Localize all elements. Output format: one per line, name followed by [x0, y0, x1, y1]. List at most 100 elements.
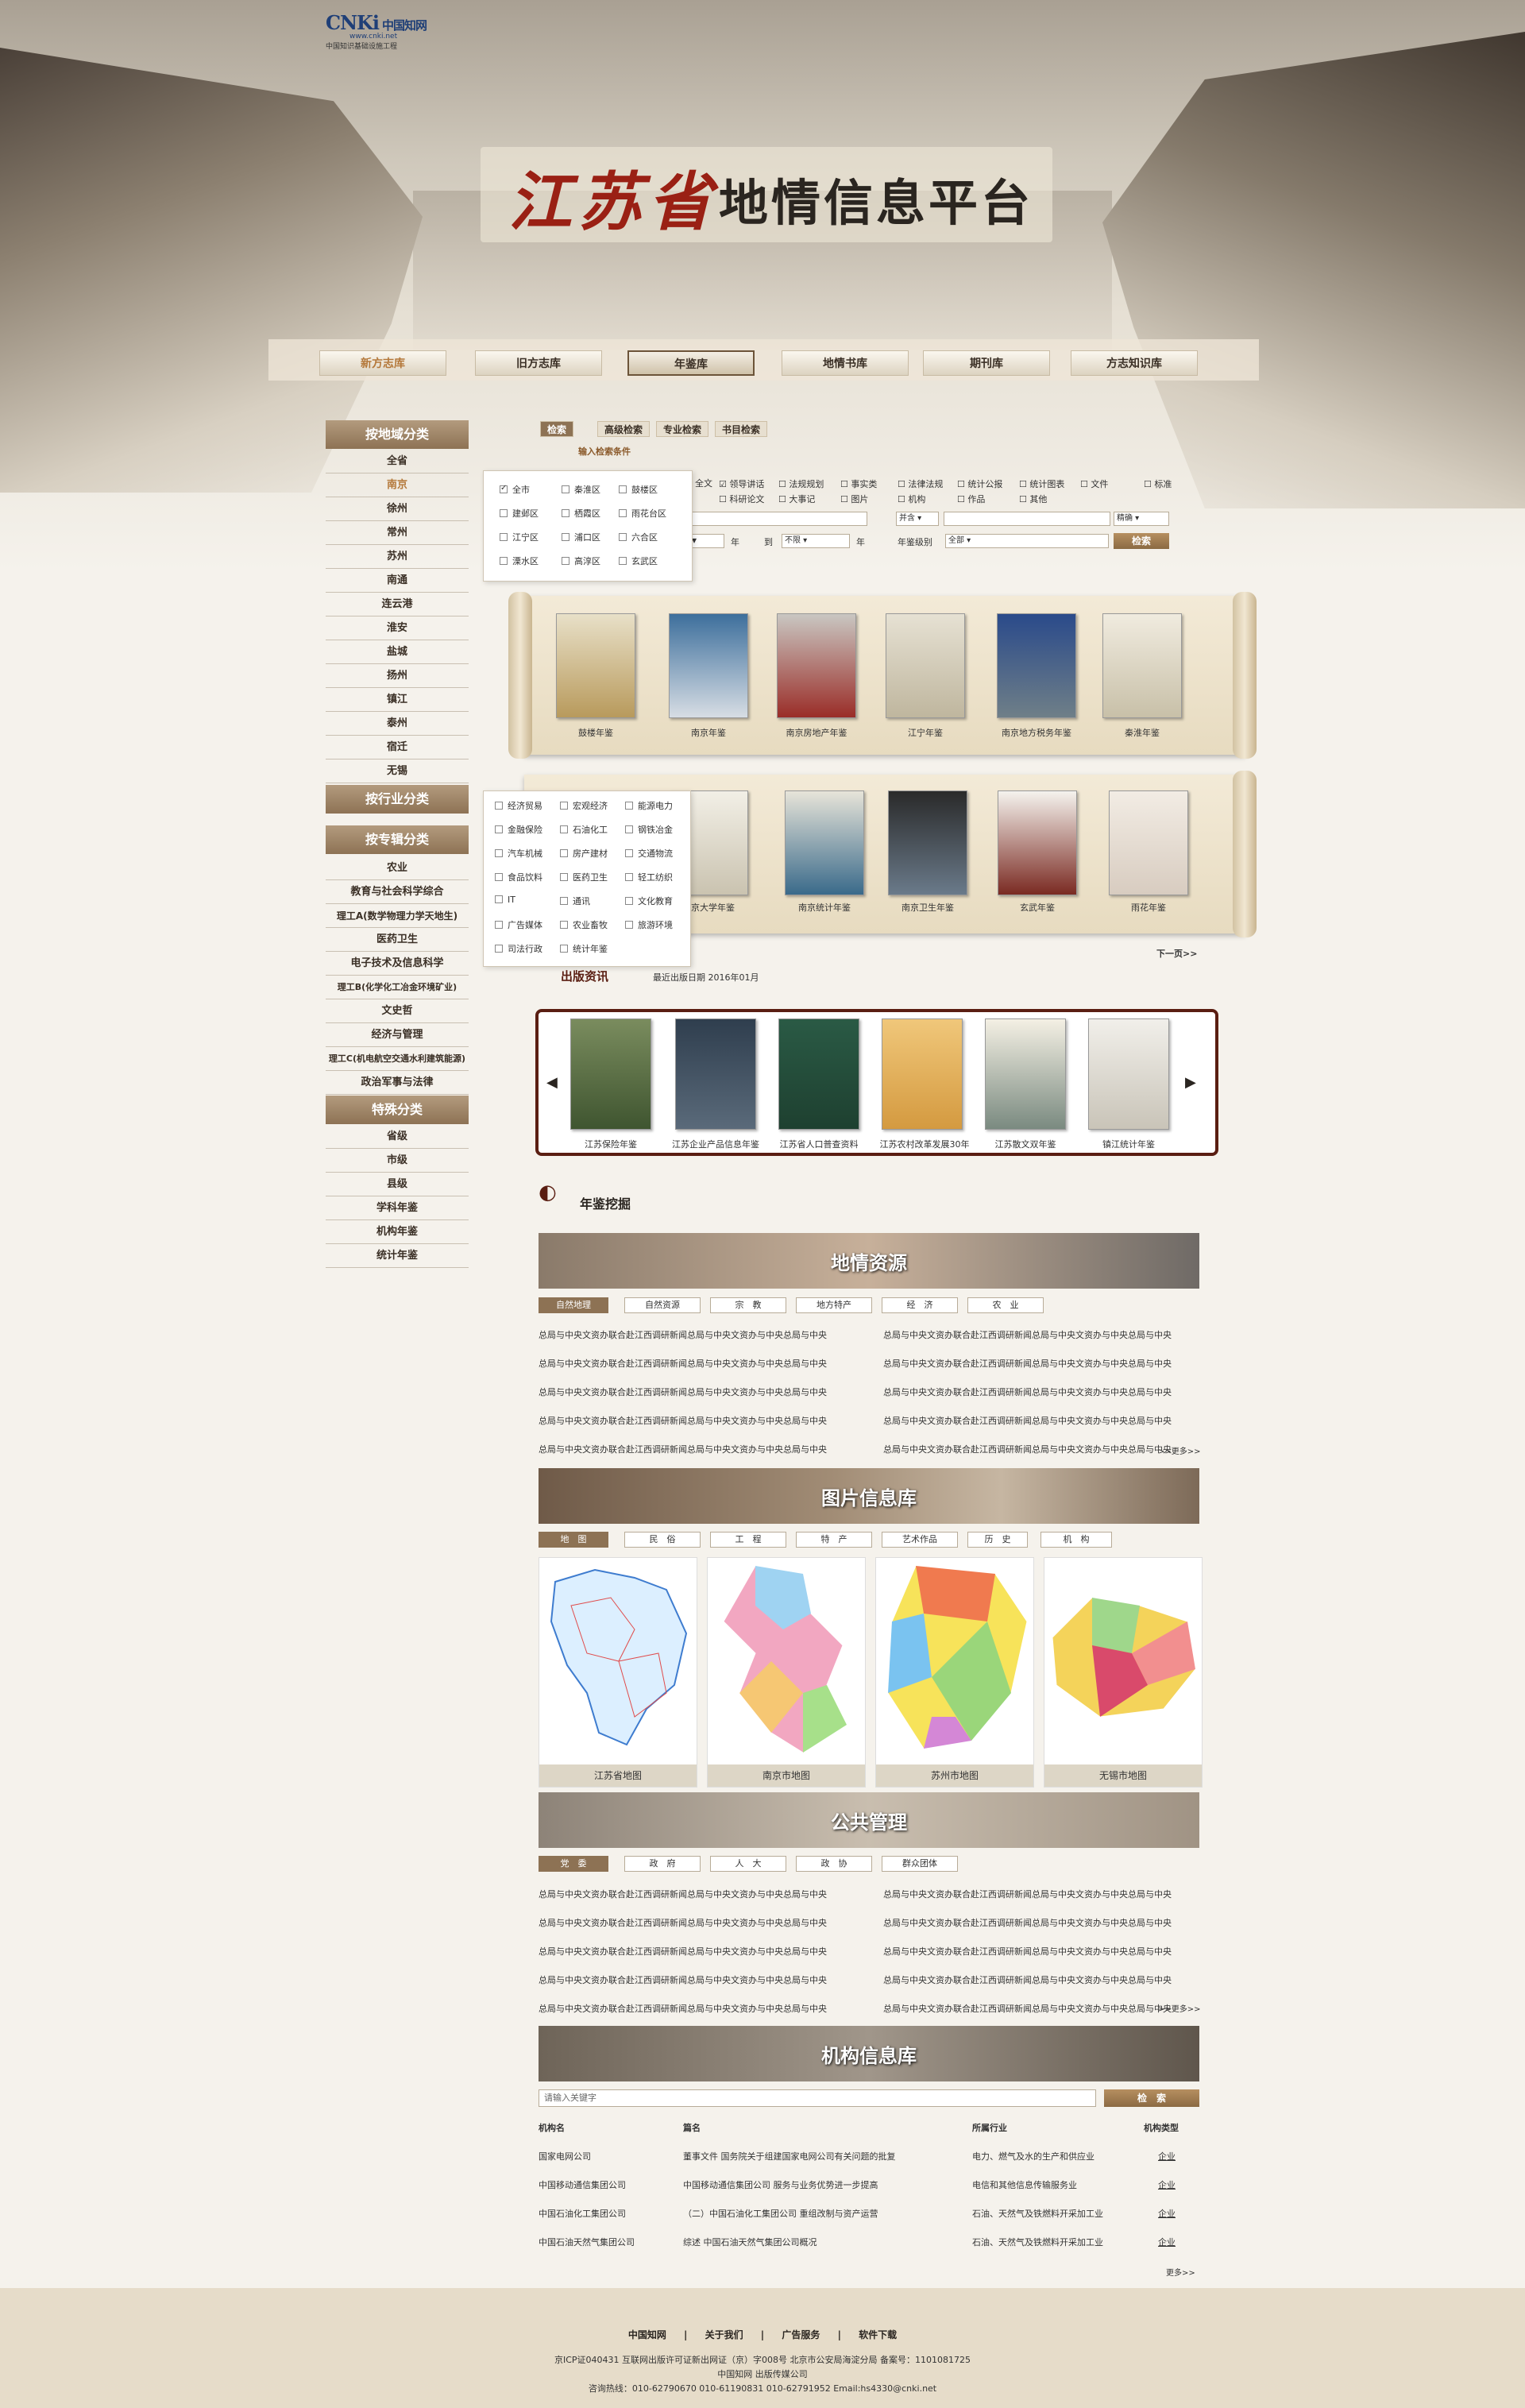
book-cover[interactable] [777, 613, 856, 718]
field-other[interactable]: ☐ 其他 [1019, 493, 1047, 505]
book-cover[interactable] [556, 613, 635, 718]
field-work[interactable]: ☐ 作品 [957, 493, 985, 505]
tab-products[interactable]: 特 产 [796, 1532, 872, 1548]
district-option[interactable]: 鼓楼区 [619, 483, 658, 496]
news-item[interactable]: 总局与中央文资办联合赴江西调研新闻总局与中央文资办与中央总局与中央 [539, 1328, 864, 1341]
field-speech[interactable]: ☑ 领导讲话 [719, 477, 764, 490]
topic-item[interactable]: 政治军事与法律 [326, 1071, 469, 1095]
table-cell[interactable]: 企业 [1158, 2150, 1176, 2163]
district-option[interactable]: 玄武区 [619, 555, 658, 567]
table-cell[interactable]: （二）中国石油化工集团公司 重组改制与资产运营 [683, 2207, 878, 2220]
book-cover[interactable] [886, 613, 965, 718]
next-arrow-icon[interactable]: ▶ [1185, 1074, 1196, 1091]
industry-option[interactable]: 汽车机械 [495, 847, 542, 860]
region-item[interactable]: 南通 [326, 569, 469, 593]
news-item[interactable]: 总局与中央文资办联合赴江西调研新闻总局与中央文资办与中央总局与中央 [883, 1328, 1209, 1341]
tab-folklore[interactable]: 民 俗 [624, 1532, 701, 1548]
region-item[interactable]: 宿迁 [326, 736, 469, 760]
tab-artworks[interactable]: 艺术作品 [882, 1532, 958, 1548]
topic-item[interactable]: 电子技术及信息科学 [326, 952, 469, 976]
region-item[interactable]: 连云港 [326, 593, 469, 616]
book-cover[interactable] [785, 790, 864, 895]
nav-local-books[interactable]: 地情书库 [782, 350, 909, 376]
industry-option[interactable]: 食品饮料 [495, 871, 542, 883]
level-select[interactable]: 全部 ▾ [945, 534, 1109, 548]
news-item[interactable]: 总局与中央文资办联合赴江西调研新闻总局与中央文资办与中央总局与中央 [539, 1888, 864, 1900]
industry-option[interactable]: 广告媒体 [495, 918, 542, 931]
book-title[interactable]: 南京年鉴 [657, 726, 760, 739]
field-standard[interactable]: ☐ 标准 [1144, 477, 1172, 490]
book-title[interactable]: 南京房地产年鉴 [765, 726, 868, 739]
industry-header[interactable]: 按行业分类 [326, 785, 469, 814]
special-item[interactable]: 县级 [326, 1173, 469, 1196]
table-cell[interactable]: 董事文件 国务院关于组建国家电网公司有关问题的批复 [683, 2150, 896, 2163]
book-title[interactable]: 雨花年鉴 [1097, 901, 1200, 914]
table-cell[interactable]: 企业 [1158, 2178, 1176, 2191]
book-cover[interactable] [675, 1018, 756, 1130]
news-item[interactable]: 总局与中央文资办联合赴江西调研新闻总局与中央文资办与中央总局与中央 [883, 1973, 1209, 1986]
tab-catalog-search[interactable]: 书目检索 [715, 421, 768, 437]
book-title[interactable]: 鼓楼年鉴 [544, 726, 647, 739]
book-cover[interactable] [1088, 1018, 1169, 1130]
org-search-input[interactable]: 请输入关键字 [539, 2089, 1096, 2107]
book-title[interactable]: 江苏散文双年鉴 [974, 1138, 1077, 1150]
field-paper[interactable]: ☐ 科研论文 [719, 493, 764, 505]
special-item[interactable]: 学科年鉴 [326, 1196, 469, 1220]
nav-knowledge[interactable]: 方志知识库 [1071, 350, 1198, 376]
field-events[interactable]: ☐ 大事记 [778, 493, 815, 505]
news-item[interactable]: 总局与中央文资办联合赴江西调研新闻总局与中央文资办与中央总局与中央 [883, 1888, 1209, 1900]
table-cell[interactable]: 企业 [1158, 2207, 1176, 2220]
news-item[interactable]: 总局与中央文资办联合赴江西调研新闻总局与中央文资办与中央总局与中央 [539, 2002, 864, 2015]
industry-option[interactable]: 钢铁冶金 [625, 823, 673, 836]
tab-geo[interactable]: 自然地理 [539, 1297, 608, 1313]
industry-option[interactable]: 金融保险 [495, 823, 542, 836]
tab-economy[interactable]: 经 济 [882, 1297, 958, 1313]
map-card[interactable]: 无锡市地图 [1044, 1557, 1203, 1788]
book-title[interactable]: 江宁年鉴 [874, 726, 977, 739]
book-title[interactable]: 南京卫生年鉴 [876, 901, 979, 914]
book-cover[interactable] [570, 1018, 651, 1130]
book-title[interactable]: 江苏企业产品信息年鉴 [664, 1138, 767, 1150]
prev-arrow-icon[interactable]: ◀ [546, 1074, 558, 1091]
book-cover[interactable] [1102, 613, 1182, 718]
topic-item[interactable]: 理工B(化学化工冶金环境矿业) [326, 976, 469, 999]
tab-basic-search[interactable]: 检索 [540, 421, 574, 437]
region-item[interactable]: 徐州 [326, 497, 469, 521]
book-title[interactable]: 玄武年鉴 [986, 901, 1089, 914]
search-button[interactable]: 检索 [1114, 533, 1169, 549]
map-card[interactable]: 江苏省地图 [539, 1557, 697, 1788]
region-item[interactable]: 扬州 [326, 664, 469, 688]
map-card[interactable]: 南京市地图 [707, 1557, 866, 1788]
next-page-link[interactable]: 下一页>> [1156, 947, 1197, 960]
district-option[interactable]: 六合区 [619, 531, 658, 543]
nav-yearbook[interactable]: 年鉴库 [627, 350, 755, 376]
table-cell[interactable]: 企业 [1158, 2236, 1176, 2248]
tab-advanced-search[interactable]: 高级检索 [597, 421, 651, 437]
nav-old-gazetteer[interactable]: 旧方志库 [475, 350, 602, 376]
industry-option[interactable]: 通讯 [560, 895, 590, 907]
nav-journals[interactable]: 期刊库 [923, 350, 1050, 376]
industry-option[interactable]: 旅游环境 [625, 918, 673, 931]
industry-option[interactable]: 轻工纺织 [625, 871, 673, 883]
special-item[interactable]: 市级 [326, 1149, 469, 1173]
tab-cppcc[interactable]: 政 协 [796, 1856, 872, 1872]
book-title[interactable]: 南京统计年鉴 [773, 901, 876, 914]
news-item[interactable]: 总局与中央文资办联合赴江西调研新闻总局与中央文资办与中央总局与中央 [883, 1414, 1209, 1427]
district-option[interactable]: 雨花台区 [619, 507, 666, 520]
tab-party[interactable]: 党 委 [539, 1856, 608, 1872]
news-item[interactable]: 总局与中央文资办联合赴江西调研新闻总局与中央文资办与中央总局与中央 [883, 1386, 1209, 1398]
news-item[interactable]: 总局与中央文资办联合赴江西调研新闻总局与中央文资办与中央总局与中央 [539, 1973, 864, 1986]
region-item[interactable]: 镇江 [326, 688, 469, 712]
book-cover[interactable] [998, 790, 1077, 895]
tab-maps[interactable]: 地 图 [539, 1532, 608, 1548]
topic-item[interactable]: 教育与社会科学综合 [326, 880, 469, 904]
region-header[interactable]: 按地域分类 [326, 420, 469, 449]
special-item[interactable]: 机构年鉴 [326, 1220, 469, 1244]
book-cover[interactable] [778, 1018, 859, 1130]
field-fact[interactable]: ☐ 事实类 [840, 477, 877, 490]
industry-option[interactable]: 房产建材 [560, 847, 608, 860]
tab-npc[interactable]: 人 大 [710, 1856, 786, 1872]
news-item[interactable]: 总局与中央文资办联合赴江西调研新闻总局与中央文资办与中央总局与中央 [883, 1945, 1209, 1958]
match-select[interactable]: 精确 ▾ [1114, 512, 1169, 526]
footer-link-about[interactable]: 关于我们 [705, 2329, 743, 2340]
